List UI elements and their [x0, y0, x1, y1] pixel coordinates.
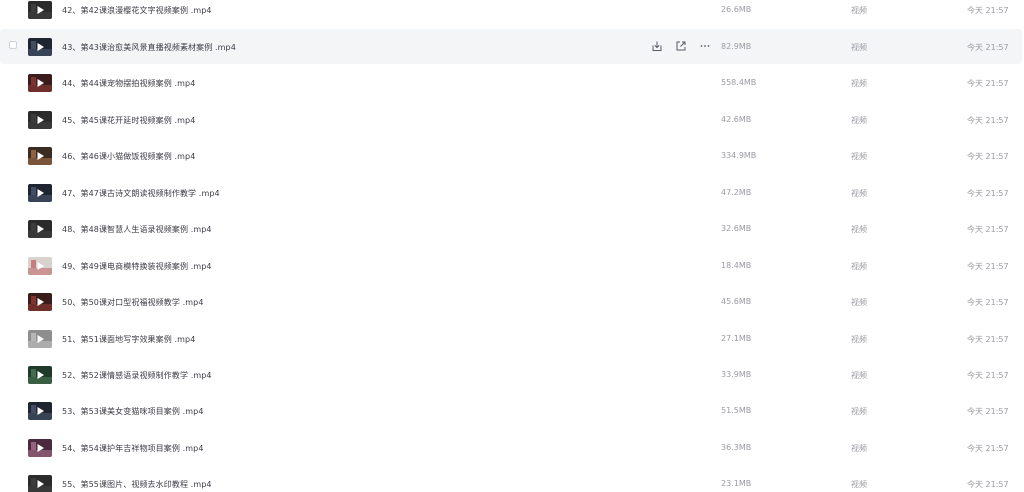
file-row[interactable]: 51、第51课面地写字效果案例 .mp4 27.1MB 视频 今天 21:57	[0, 321, 1022, 356]
modified-time: 今天 21:57	[967, 407, 1009, 416]
file-name[interactable]: 43、第43课治愈美风景直播视频素材案例 .mp4	[62, 42, 236, 53]
file-row[interactable]: 54、第54课护年吉祥物项目案例 .mp4 36.3MB 视频 今天 21:57	[0, 430, 1022, 465]
file-size: 82.9MB	[721, 42, 752, 51]
file-type: 视频	[851, 298, 867, 307]
modified-time: 今天 21:57	[967, 189, 1009, 198]
file-type: 视频	[851, 444, 867, 453]
video-thumbnail-icon[interactable]	[28, 330, 52, 348]
file-type: 视频	[851, 335, 867, 344]
file-row[interactable]: 42、第42课浪漫樱花文字视频案例 .mp4 26.6MB 视频 今天 21:57	[0, 0, 1022, 27]
file-row[interactable]: 44、第44课宠物摆拍视频案例 .mp4 558.4MB 视频 今天 21:57	[0, 65, 1022, 100]
file-name[interactable]: 50、第50课对口型祝福视频教学 .mp4	[62, 297, 204, 308]
file-name[interactable]: 53、第53课美女变猫咪项目案例 .mp4	[62, 406, 204, 417]
modified-time: 今天 21:57	[967, 225, 1009, 234]
video-thumbnail-icon[interactable]	[28, 293, 52, 311]
file-row[interactable]: 55、第55课图片、视频去水印教程 .mp4 23.1MB 视频 今天 21:57	[0, 466, 1022, 492]
video-thumbnail-icon[interactable]	[28, 147, 52, 165]
file-size: 32.6MB	[721, 224, 752, 233]
file-type: 视频	[851, 152, 867, 161]
file-row[interactable]: 46、第46课小猫做饭视频案例 .mp4 334.9MB 视频 今天 21:57	[0, 138, 1022, 173]
file-name[interactable]: 51、第51课面地写字效果案例 .mp4	[62, 334, 195, 345]
modified-time: 今天 21:57	[967, 298, 1009, 307]
file-name[interactable]: 47、第47课古诗文朗读视频制作教学 .mp4	[62, 188, 220, 199]
video-thumbnail-icon[interactable]	[28, 38, 52, 56]
modified-time: 今天 21:57	[967, 444, 1009, 453]
modified-time: 今天 21:57	[967, 152, 1009, 161]
file-type: 视频	[851, 407, 867, 416]
download-icon[interactable]	[651, 40, 663, 52]
file-type: 视频	[851, 225, 867, 234]
video-thumbnail-icon[interactable]	[28, 220, 52, 238]
file-name[interactable]: 44、第44课宠物摆拍视频案例 .mp4	[62, 78, 195, 89]
modified-time: 今天 21:57	[967, 262, 1009, 271]
file-size: 23.1MB	[721, 479, 752, 488]
file-row[interactable]: 53、第53课美女变猫咪项目案例 .mp4 51.5MB 视频 今天 21:57	[0, 393, 1022, 428]
file-type: 视频	[851, 116, 867, 125]
file-size: 26.6MB	[721, 5, 752, 14]
file-name[interactable]: 46、第46课小猫做饭视频案例 .mp4	[62, 151, 195, 162]
file-name[interactable]: 42、第42课浪漫樱花文字视频案例 .mp4	[62, 5, 212, 16]
file-size: 47.2MB	[721, 188, 752, 197]
more-icon[interactable]	[699, 40, 711, 52]
file-list: 42、第42课浪漫樱花文字视频案例 .mp4 26.6MB 视频 今天 21:57 43…	[0, 0, 1024, 492]
file-size: 558.4MB	[721, 78, 757, 87]
video-thumbnail-icon[interactable]	[28, 111, 52, 129]
file-size: 45.6MB	[721, 297, 752, 306]
file-size: 33.9MB	[721, 370, 752, 379]
modified-time: 今天 21:57	[967, 480, 1009, 489]
file-name[interactable]: 48、第48课智慧人生语录视频案例 .mp4	[62, 224, 212, 235]
file-size: 334.9MB	[721, 151, 757, 160]
video-thumbnail-icon[interactable]	[28, 366, 52, 384]
file-type: 视频	[851, 371, 867, 380]
file-row[interactable]: 45、第45课花开延时视频案例 .mp4 42.6MB 视频 今天 21:57	[0, 102, 1022, 137]
file-type: 视频	[851, 6, 867, 15]
file-row[interactable]: 48、第48课智慧人生语录视频案例 .mp4 32.6MB 视频 今天 21:57	[0, 211, 1022, 246]
file-name[interactable]: 45、第45课花开延时视频案例 .mp4	[62, 115, 195, 126]
file-type: 视频	[851, 79, 867, 88]
video-thumbnail-icon[interactable]	[28, 184, 52, 202]
file-row[interactable]: 49、第49课电商模特换装视频案例 .mp4 18.4MB 视频 今天 21:57	[0, 248, 1022, 283]
file-name[interactable]: 52、第52课情感语录视频制作教学 .mp4	[62, 370, 212, 381]
file-type: 视频	[851, 262, 867, 271]
row-checkbox[interactable]	[9, 41, 17, 49]
file-name[interactable]: 54、第54课护年吉祥物项目案例 .mp4	[62, 443, 204, 454]
video-thumbnail-icon[interactable]	[28, 257, 52, 275]
video-thumbnail-icon[interactable]	[28, 475, 52, 492]
file-name[interactable]: 55、第55课图片、视频去水印教程 .mp4	[62, 479, 212, 490]
share-icon[interactable]	[675, 40, 687, 52]
video-thumbnail-icon[interactable]	[28, 402, 52, 420]
file-name[interactable]: 49、第49课电商模特换装视频案例 .mp4	[62, 261, 212, 272]
file-size: 27.1MB	[721, 334, 752, 343]
file-row[interactable]: 50、第50课对口型祝福视频教学 .mp4 45.6MB 视频 今天 21:57	[0, 284, 1022, 319]
file-type: 视频	[851, 480, 867, 489]
modified-time: 今天 21:57	[967, 79, 1009, 88]
file-type: 视频	[851, 189, 867, 198]
modified-time: 今天 21:57	[967, 335, 1009, 344]
file-size: 18.4MB	[721, 261, 752, 270]
video-thumbnail-icon[interactable]	[28, 1, 52, 19]
file-size: 42.6MB	[721, 115, 752, 124]
file-size: 36.3MB	[721, 443, 752, 452]
file-row[interactable]: 43、第43课治愈美风景直播视频素材案例 .mp4 82.9MB 视频 今天 21:5…	[0, 29, 1022, 64]
modified-time: 今天 21:57	[967, 6, 1009, 15]
file-row[interactable]: 47、第47课古诗文朗读视频制作教学 .mp4 47.2MB 视频 今天 21:57	[0, 175, 1022, 210]
file-type: 视频	[851, 43, 867, 52]
modified-time: 今天 21:57	[967, 371, 1009, 380]
modified-time: 今天 21:57	[967, 43, 1009, 52]
file-row[interactable]: 52、第52课情感语录视频制作教学 .mp4 33.9MB 视频 今天 21:57	[0, 357, 1022, 392]
video-thumbnail-icon[interactable]	[28, 74, 52, 92]
file-size: 51.5MB	[721, 406, 752, 415]
modified-time: 今天 21:57	[967, 116, 1009, 125]
video-thumbnail-icon[interactable]	[28, 439, 52, 457]
